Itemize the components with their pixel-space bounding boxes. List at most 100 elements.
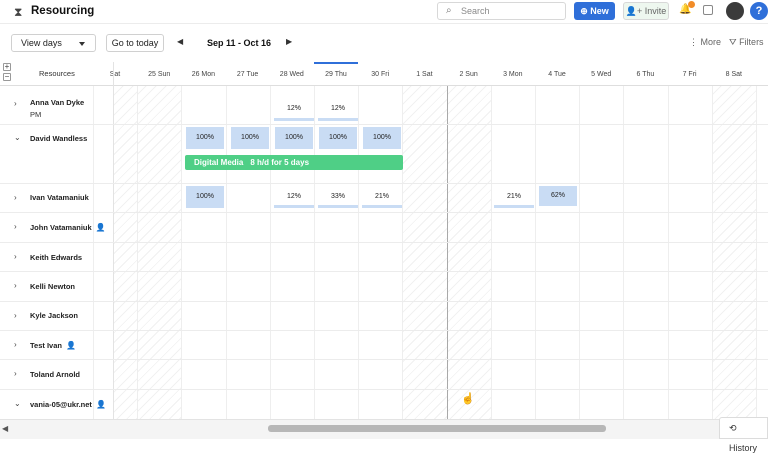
- search-placeholder: Search: [461, 6, 490, 16]
- scroll-left-icon[interactable]: ◀: [2, 424, 8, 433]
- resource-name[interactable]: Anna Van Dyke: [30, 98, 84, 107]
- chevron-down-icon[interactable]: ⌄: [14, 399, 21, 408]
- allocation-cell[interactable]: 12%: [273, 98, 315, 120]
- day-header: 25 Sun: [148, 71, 171, 78]
- more-button[interactable]: ⋮ More: [689, 37, 721, 48]
- resource-name[interactable]: Toland Arnold: [30, 370, 80, 379]
- chevron-down-icon: [79, 42, 85, 46]
- filters-label: Filters: [739, 37, 764, 47]
- more-label: More: [700, 37, 722, 47]
- table-row[interactable]: › John Vatamaniuk 👤: [0, 213, 768, 243]
- table-row[interactable]: › Kyle Jackson: [0, 302, 768, 331]
- help-button[interactable]: ?: [750, 2, 768, 20]
- allocation-bar: [362, 205, 402, 208]
- top-bar: ⧗ Resourcing ⌕ Search ⊕ New 👤+ Invite 🔔 …: [0, 0, 768, 24]
- collapse-all-icon[interactable]: −: [3, 73, 11, 81]
- allocation-bar: [274, 118, 314, 121]
- day-header: 2 Sun: [459, 71, 478, 78]
- resource-name[interactable]: Ivan Vatamaniuk: [30, 193, 89, 202]
- calendar-icon[interactable]: [703, 5, 713, 15]
- expand-all-icon[interactable]: +: [3, 63, 11, 71]
- resource-name[interactable]: Kyle Jackson: [30, 311, 78, 320]
- allocation-cell[interactable]: 100%: [363, 127, 401, 149]
- day-header: 28 Wed: [279, 71, 304, 78]
- chevron-down-icon[interactable]: ⌄: [14, 133, 21, 142]
- resource-name[interactable]: Kelli Newton: [30, 282, 75, 291]
- chevron-right-icon[interactable]: ›: [14, 369, 17, 378]
- allocation-cell[interactable]: 100%: [186, 127, 224, 149]
- allocation-cell[interactable]: 12%: [317, 98, 359, 120]
- day-header: Sat: [109, 71, 121, 78]
- scrollbar-thumb[interactable]: [268, 425, 606, 432]
- day-header: 4 Tue: [548, 71, 566, 78]
- view-days-label: View days: [21, 38, 62, 48]
- allocation-bar: [318, 118, 358, 121]
- resource-name[interactable]: Keith Edwards: [30, 253, 82, 262]
- user-icon: 👤: [65, 341, 76, 350]
- allocation-bar: [494, 205, 534, 208]
- toolbar: View days Go to today ◀ Sep 11 - Oct 16 …: [0, 24, 768, 62]
- new-button-label: New: [590, 6, 609, 16]
- avatar[interactable]: [726, 2, 744, 20]
- day-header: 3 Mon: [503, 71, 523, 78]
- table-row[interactable]: › Toland Arnold: [0, 360, 768, 390]
- allocation-bar: [274, 205, 314, 208]
- page-title: Resourcing: [31, 5, 95, 17]
- grid-header: + − Resources Sat 25 Sun 26 Mon 27 Tue 28 We…: [0, 62, 768, 86]
- next-arrow-icon[interactable]: ▶: [286, 37, 292, 46]
- chevron-right-icon[interactable]: ›: [14, 311, 17, 320]
- day-header: 27 Tue: [236, 71, 259, 78]
- new-button[interactable]: ⊕ New: [574, 2, 615, 20]
- view-days-select[interactable]: View days: [11, 34, 96, 52]
- day-header: 30 Fri: [371, 71, 390, 78]
- search-input[interactable]: ⌕ Search: [437, 2, 566, 20]
- history-button[interactable]: ⟲ History: [719, 417, 768, 453]
- project-name: Digital Media: [194, 158, 244, 167]
- day-header: 6 Thu: [636, 71, 655, 78]
- day-header: 29 Thu: [314, 62, 358, 78]
- chevron-right-icon[interactable]: ›: [14, 99, 17, 108]
- resource-name[interactable]: vania-05@ukr.net 👤: [30, 400, 106, 409]
- table-row[interactable]: › Keith Edwards: [0, 243, 768, 272]
- day-header: 26 Mon: [191, 71, 216, 78]
- day-header: 1 Sat: [416, 71, 433, 78]
- go-to-today-button[interactable]: Go to today: [106, 34, 164, 52]
- chevron-right-icon[interactable]: ›: [14, 222, 17, 231]
- resource-name[interactable]: David Wandless: [30, 134, 87, 143]
- schedule-grid: › Anna Van Dyke PM ⌄ David Wandless › Iv…: [0, 86, 768, 419]
- table-row[interactable]: › Anna Van Dyke PM: [0, 86, 768, 125]
- hourglass-icon: ⧗: [14, 5, 23, 19]
- user-icon: 👤: [95, 223, 106, 232]
- resources-column-label: Resources: [39, 69, 75, 78]
- chevron-right-icon[interactable]: ›: [14, 252, 17, 261]
- resource-name-text: John Vatamaniuk: [30, 223, 92, 232]
- allocation-cell[interactable]: 100%: [319, 127, 357, 149]
- chevron-right-icon[interactable]: ›: [14, 193, 17, 202]
- allocation-cell[interactable]: 62%: [539, 186, 577, 206]
- project-bar[interactable]: Digital Media 8 h/d for 5 days: [185, 155, 403, 170]
- invite-button[interactable]: 👤+ Invite: [623, 2, 669, 20]
- resource-name[interactable]: John Vatamaniuk 👤: [30, 223, 106, 232]
- chevron-right-icon[interactable]: ›: [14, 281, 17, 290]
- horizontal-scrollbar[interactable]: ◀: [0, 419, 768, 439]
- resource-role: PM: [30, 110, 42, 119]
- filters-button[interactable]: ⛛ Filters: [729, 37, 764, 48]
- prev-arrow-icon[interactable]: ◀: [177, 37, 183, 46]
- project-hours: 8 h/d for 5 days: [250, 158, 310, 167]
- notification-dot: [688, 1, 695, 8]
- table-row[interactable]: ⌄ vania-05@ukr.net 👤: [0, 390, 768, 419]
- chevron-right-icon[interactable]: ›: [14, 340, 17, 349]
- resource-name-text: Test Ivan: [30, 341, 62, 350]
- allocation-bar: [318, 205, 358, 208]
- resource-name[interactable]: Test Ivan 👤: [30, 341, 76, 350]
- table-row[interactable]: › Test Ivan 👤: [0, 331, 768, 360]
- day-header: 8 Sat: [725, 71, 742, 78]
- day-header: 5 Wed: [591, 71, 612, 78]
- resource-name-text: vania-05@ukr.net: [30, 400, 92, 409]
- history-label: History: [729, 443, 758, 453]
- table-row[interactable]: › Kelli Newton: [0, 272, 768, 302]
- allocation-cell[interactable]: 100%: [186, 186, 224, 208]
- invite-button-label: Invite: [644, 6, 667, 16]
- allocation-cell[interactable]: 100%: [231, 127, 269, 149]
- allocation-cell[interactable]: 100%: [275, 127, 313, 149]
